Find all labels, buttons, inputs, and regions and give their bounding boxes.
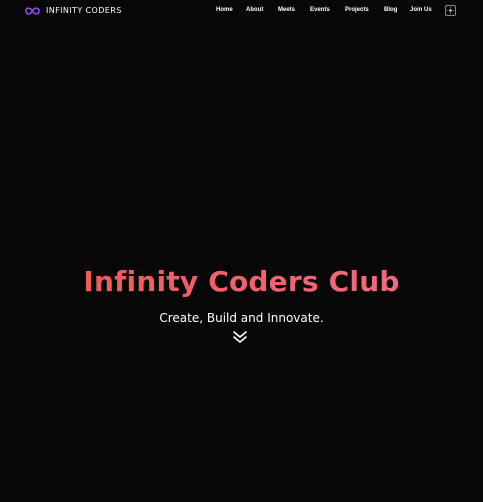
- nav-blog[interactable]: Blog: [384, 6, 397, 15]
- landing-page: INFINITY CODERS Home About Meets Events …: [0, 0, 483, 502]
- nav-meets[interactable]: Meets: [278, 6, 295, 15]
- theme-toggle-button[interactable]: [445, 5, 456, 16]
- double-chevron-down-icon: [233, 331, 247, 343]
- nav-about[interactable]: About: [246, 6, 263, 15]
- hero-subtitle: Create, Build and Innovate.: [159, 311, 324, 325]
- nav-events[interactable]: Events: [310, 6, 330, 15]
- hero-title: Infinity Coders Club: [0, 262, 483, 302]
- nav-menu: Home About Meets Events Projects Blog Jo…: [0, 6, 483, 16]
- nav-projects[interactable]: Projects: [345, 6, 369, 15]
- scroll-down-button[interactable]: [232, 330, 248, 344]
- nav-join-us[interactable]: Join Us: [410, 6, 432, 15]
- navbar: INFINITY CODERS Home About Meets Events …: [0, 0, 483, 22]
- nav-home[interactable]: Home: [216, 6, 233, 15]
- theme-toggle-icon: [447, 7, 454, 14]
